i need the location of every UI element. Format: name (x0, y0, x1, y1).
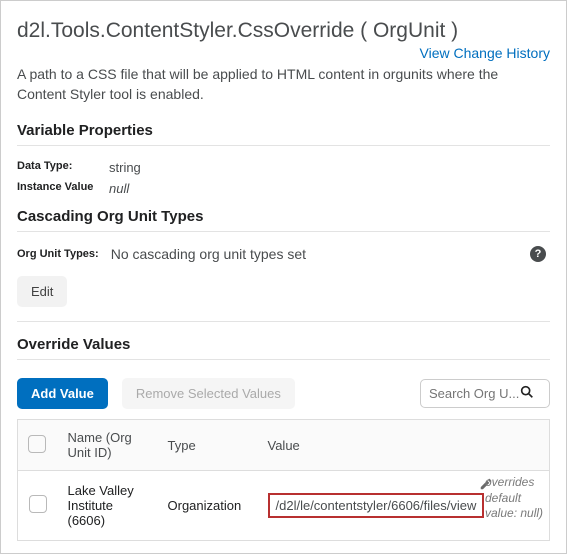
column-header-type: Type (158, 420, 258, 471)
view-change-history-link[interactable]: View Change History (420, 45, 550, 61)
row-checkbox[interactable] (29, 495, 47, 513)
divider (17, 321, 550, 322)
divider (17, 359, 550, 360)
org-unit-types-label: Org Unit Types: (17, 248, 99, 260)
instance-value-label: Instance Value (17, 181, 109, 196)
divider (17, 145, 550, 146)
org-unit-types-value: No cascading org unit types set (111, 246, 518, 262)
column-header-name: Name (Org Unit ID) (58, 420, 158, 471)
search-input[interactable] (429, 386, 519, 401)
row-name: Lake Valley Institute (6606) (58, 471, 158, 541)
instance-value-value: null (109, 181, 550, 196)
override-note: overrides default value: null) (485, 475, 549, 522)
remove-selected-values-button[interactable]: Remove Selected Values (122, 378, 295, 409)
add-value-button[interactable]: Add Value (17, 378, 108, 409)
variable-description: A path to a CSS file that will be applie… (17, 65, 550, 104)
data-type-value: string (109, 160, 550, 175)
page-title: d2l.Tools.ContentStyler.CssOverride ( Or… (17, 19, 550, 43)
row-type: Organization (158, 471, 258, 541)
section-cascading: Cascading Org Unit Types (17, 208, 550, 225)
data-type-label: Data Type: (17, 160, 109, 175)
select-all-checkbox[interactable] (28, 435, 46, 453)
section-variable-properties: Variable Properties (17, 122, 550, 139)
column-header-value: Value (258, 420, 550, 471)
divider (17, 231, 550, 232)
help-icon[interactable]: ? (530, 246, 546, 262)
table-row: Lake Valley Institute (6606) Organizatio… (18, 471, 550, 541)
override-values-table: Name (Org Unit ID) Type Value Lake Valle… (17, 419, 550, 541)
search-org-unit-field[interactable] (420, 379, 550, 408)
edit-button[interactable]: Edit (17, 276, 67, 307)
row-value: /d2l/le/contentstyler/6606/files/view (268, 493, 485, 518)
search-icon[interactable] (519, 384, 535, 403)
section-override-values: Override Values (17, 336, 550, 353)
